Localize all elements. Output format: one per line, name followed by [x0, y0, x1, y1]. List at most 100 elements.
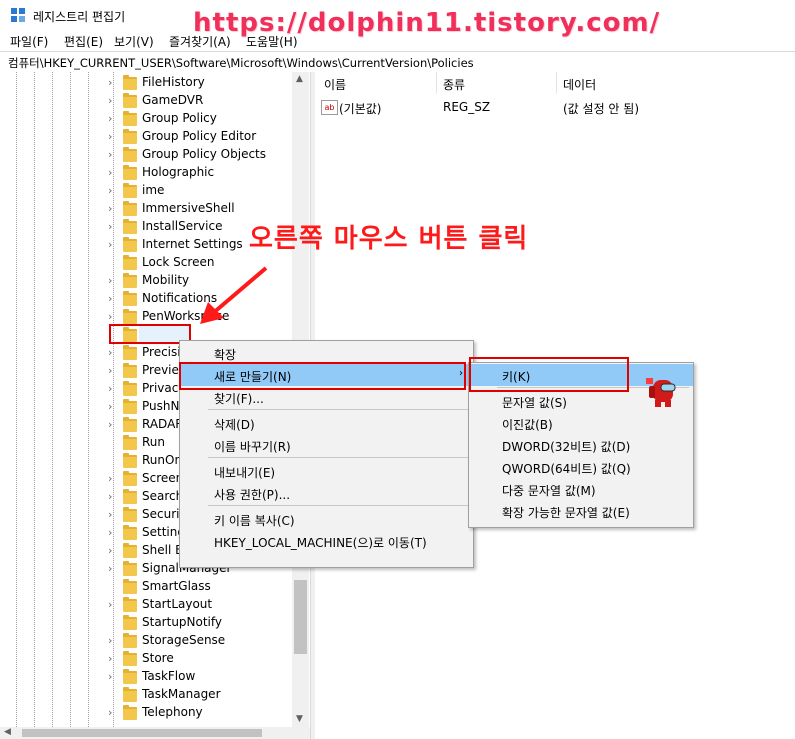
chevron-right-icon[interactable]: › [108, 544, 118, 558]
column-header-type[interactable]: 종류 [443, 76, 465, 93]
column-separator[interactable] [556, 72, 557, 94]
scroll-up-icon[interactable]: ▲ [296, 74, 303, 84]
chevron-right-icon[interactable]: › [108, 508, 118, 522]
tree-item[interactable]: StartupNotify [0, 614, 292, 632]
chevron-right-icon[interactable]: › [108, 130, 118, 144]
tree-hscroll-thumb[interactable] [22, 729, 262, 737]
chevron-right-icon[interactable]: › [108, 166, 118, 180]
folder-icon [123, 399, 137, 414]
submenu-item[interactable]: 이진값(B) [469, 412, 693, 434]
menu-edit[interactable]: 편집(E) [64, 33, 103, 50]
context-menu-item[interactable]: 확장 [180, 342, 473, 364]
chevron-right-icon[interactable]: › [108, 490, 118, 504]
folder-icon [123, 183, 137, 198]
context-menu-item[interactable]: HKEY_LOCAL_MACHINE(으)로 이동(T) [180, 530, 473, 552]
menu-file[interactable]: 파일(F) [10, 33, 48, 50]
submenu-item-label: DWORD(32비트) 값(D) [502, 440, 631, 454]
value-type[interactable]: REG_SZ [443, 100, 490, 114]
chevron-right-icon[interactable]: › [108, 76, 118, 90]
tree-item-label: Group Policy Objects [142, 147, 267, 161]
tree-item[interactable]: TaskManager [0, 686, 292, 704]
chevron-right-icon[interactable]: › [108, 94, 118, 108]
folder-icon [123, 507, 137, 522]
folder-icon [123, 201, 137, 216]
submenu-item-label: 이진값(B) [502, 418, 553, 432]
context-menu-item-label: HKEY_LOCAL_MACHINE(으)로 이동(T) [214, 536, 427, 550]
column-header-data[interactable]: 데이터 [563, 76, 596, 93]
folder-icon [123, 147, 137, 162]
chevron-right-icon[interactable]: › [108, 418, 118, 432]
submenu-item[interactable]: 다중 문자열 값(M) [469, 478, 693, 500]
context-menu-item[interactable]: 이름 바꾸기(R) [180, 434, 473, 456]
context-menu-item-label: 내보내기(E) [214, 466, 276, 480]
folder-icon [123, 705, 137, 720]
chevron-right-icon[interactable]: › [108, 382, 118, 396]
scroll-left-icon[interactable]: ◀ [4, 727, 11, 737]
submenu-item[interactable]: QWORD(64비트) 값(Q) [469, 456, 693, 478]
chevron-right-icon[interactable]: › [108, 148, 118, 162]
tree-item[interactable]: › Telephony [0, 704, 292, 722]
new-item-red-box [179, 362, 466, 390]
chevron-right-icon[interactable]: › [108, 274, 118, 288]
tree-item[interactable]: › ImmersiveShell [0, 200, 292, 218]
context-menu-item[interactable]: 내보내기(E) [180, 460, 473, 482]
tree-item[interactable]: SmartGlass [0, 578, 292, 596]
chevron-right-icon[interactable]: › [108, 220, 118, 234]
tree-item[interactable]: › GameDVR [0, 92, 292, 110]
chevron-right-icon[interactable]: › [108, 364, 118, 378]
chevron-right-icon[interactable]: › [108, 310, 118, 324]
chevron-right-icon[interactable]: › [108, 400, 118, 414]
chevron-right-icon[interactable]: › [108, 652, 118, 666]
tree-item-label: Securit [142, 507, 185, 521]
tree-item[interactable]: › Store [0, 650, 292, 668]
column-separator[interactable] [436, 72, 437, 94]
chevron-right-icon[interactable]: › [108, 472, 118, 486]
tree-item-label: Internet Settings [142, 237, 243, 251]
tree-item[interactable]: › StorageSense [0, 632, 292, 650]
folder-icon [123, 363, 137, 378]
menu-favorites[interactable]: 즐겨찾기(A) [169, 33, 231, 50]
value-name[interactable]: (기본값) [339, 100, 381, 117]
value-data[interactable]: (값 설정 안 됨) [563, 100, 639, 117]
chevron-right-icon[interactable]: › [108, 526, 118, 540]
tree-horizontal-scrollbar[interactable]: ◀ [0, 727, 310, 739]
chevron-right-icon[interactable]: › [108, 112, 118, 126]
tree-item-label: Search [142, 489, 184, 503]
tree-item[interactable]: › ime [0, 182, 292, 200]
column-header-name[interactable]: 이름 [324, 76, 346, 93]
menu-help[interactable]: 도움말(H) [246, 33, 298, 50]
chevron-right-icon[interactable]: › [108, 292, 118, 306]
submenu-item[interactable]: DWORD(32비트) 값(D) [469, 434, 693, 456]
address-bar[interactable]: 컴퓨터\HKEY_CURRENT_USER\Software\Microsoft… [0, 51, 795, 73]
submenu-item-label: 확장 가능한 문자열 값(E) [502, 506, 630, 520]
tree-item[interactable]: › FileHistory [0, 74, 292, 92]
annotation-arrow-icon [200, 266, 268, 324]
chevron-right-icon[interactable]: › [108, 238, 118, 252]
chevron-right-icon[interactable]: › [108, 346, 118, 360]
address-path[interactable]: 컴퓨터\HKEY_CURRENT_USER\Software\Microsoft… [8, 55, 474, 71]
tree-item[interactable]: › Group Policy Editor [0, 128, 292, 146]
folder-icon [123, 309, 137, 324]
chevron-right-icon[interactable]: › [108, 202, 118, 216]
folder-icon [123, 597, 137, 612]
context-menu-item[interactable]: 삭제(D) [180, 412, 473, 434]
context-menu-item[interactable]: 키 이름 복사(C) [180, 508, 473, 530]
folder-icon [123, 219, 137, 234]
chevron-right-icon[interactable]: › [108, 706, 118, 720]
tree-item[interactable]: › Group Policy [0, 110, 292, 128]
chevron-right-icon[interactable]: › [108, 670, 118, 684]
chevron-right-icon[interactable]: › [108, 634, 118, 648]
tree-scroll-thumb[interactable] [294, 580, 307, 654]
menu-separator [208, 409, 469, 410]
tree-item[interactable]: › TaskFlow [0, 668, 292, 686]
tree-item[interactable]: › StartLayout [0, 596, 292, 614]
chevron-right-icon[interactable]: › [108, 562, 118, 576]
context-menu-item[interactable]: 사용 권한(P)... [180, 482, 473, 504]
chevron-right-icon[interactable]: › [108, 598, 118, 612]
tree-item[interactable]: › Holographic [0, 164, 292, 182]
chevron-right-icon[interactable]: › [108, 184, 118, 198]
submenu-item[interactable]: 확장 가능한 문자열 값(E) [469, 500, 693, 522]
menu-view[interactable]: 보기(V) [114, 33, 154, 50]
scroll-down-icon[interactable]: ▼ [296, 714, 303, 724]
tree-item[interactable]: › Group Policy Objects [0, 146, 292, 164]
